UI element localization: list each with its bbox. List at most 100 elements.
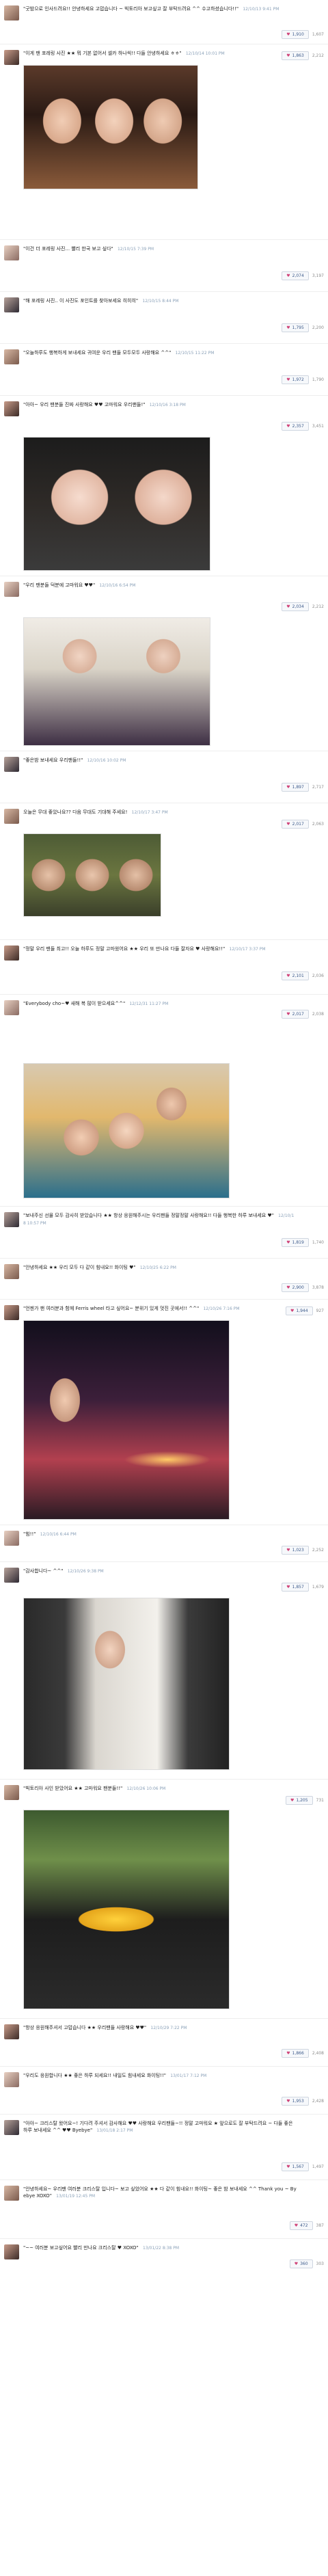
post-photo[interactable]	[23, 833, 161, 917]
post: "아아~ 우리 팬분들 진짜 사랑해요 ♥♥ 고마워요 우리팬들!" 12/10…	[0, 395, 328, 576]
avatar[interactable]	[4, 1000, 19, 1015]
avatar[interactable]	[4, 2024, 19, 2039]
like-count: 1,205	[296, 1797, 308, 1803]
like-button[interactable]: ♥ 2,017	[282, 819, 309, 829]
post-time[interactable]: 13/01/19 12:45 PM	[56, 2194, 95, 2199]
like-button[interactable]: ♥ 1,023	[282, 1545, 309, 1555]
post-time[interactable]: 12/10/29 7:22 PM	[150, 2026, 187, 2030]
like-button[interactable]: ♥ 1,863	[282, 51, 309, 60]
like-button[interactable]: ♥ 1,795	[282, 323, 309, 332]
post-time[interactable]: 12/10/16 3:18 PM	[150, 403, 186, 407]
post-time[interactable]: 13/01/18 2:17 PM	[96, 2128, 133, 2133]
avatar[interactable]	[4, 1305, 19, 1320]
like-button[interactable]: ♥ 1,567	[282, 2162, 309, 2171]
post-photo[interactable]	[23, 1320, 230, 1520]
like-button[interactable]: ♥ 1,819	[282, 1237, 309, 1247]
avatar[interactable]	[4, 945, 19, 961]
like-button[interactable]: ♥ 472	[289, 2221, 313, 2230]
post-actions: ♥ 1,857 1,679	[282, 1582, 324, 1592]
avatar[interactable]	[4, 2186, 19, 2201]
like-button[interactable]: ♥ 1,205	[285, 1795, 313, 1805]
post-time[interactable]: 12/10/15 8:44 PM	[142, 299, 178, 304]
avatar[interactable]	[4, 349, 19, 364]
post-time[interactable]: 12/10/13 9:41 PM	[243, 7, 279, 12]
avatar[interactable]	[4, 1212, 19, 1227]
avatar[interactable]	[4, 2072, 19, 2087]
avatar[interactable]	[4, 1531, 19, 1546]
avatar[interactable]	[4, 757, 19, 772]
post-time[interactable]: 12/10/26 7:16 PM	[203, 1306, 239, 1311]
post-body: "감사합니다~ ^^"	[23, 1568, 64, 1574]
avatar[interactable]	[4, 401, 19, 416]
like-button[interactable]: ♥ 2,034	[282, 602, 309, 611]
view-count: 3,197	[312, 273, 324, 278]
post: "정말 우리 팬들 최고!! 오늘 하루도 정말 고마웠어요 ★★ 우리 또 만…	[0, 939, 328, 994]
post-body: "아아~ 우리 팬분들 진짜 사랑해요 ♥♥ 고마워요 우리팬들!"	[23, 402, 146, 407]
like-button[interactable]: ♥ 1,897	[282, 782, 309, 792]
avatar[interactable]	[4, 809, 19, 824]
view-count: 1,679	[312, 1584, 324, 1589]
heart-icon: ♥	[286, 1011, 290, 1017]
post-time[interactable]: 12/10/26 9:38 PM	[68, 1569, 104, 1574]
avatar[interactable]	[4, 1785, 19, 1800]
post: "빅토리아 사인 받았어요 ★★ 고마워요 팬분들!!" 12/10/26 10…	[0, 1779, 328, 2018]
avatar[interactable]	[4, 2244, 19, 2259]
avatar[interactable]	[4, 1568, 19, 1583]
avatar[interactable]	[4, 582, 19, 597]
like-button[interactable]: ♥ 2,900	[282, 1283, 309, 1292]
post-time[interactable]: 12/10/17 3:47 PM	[132, 810, 168, 815]
post-time[interactable]: 12/10/17 3:37 PM	[230, 947, 266, 952]
avatar[interactable]	[4, 2120, 19, 2135]
post-time[interactable]: 13/01/17 7:12 PM	[170, 2074, 206, 2078]
post-photo[interactable]	[23, 65, 198, 189]
post-text: "안녕하세요~ 우리팬 여러분 크리스탈 입니다~ 보고 싶었어요 ★★ 다 같…	[23, 2186, 297, 2200]
post-body: "이게 팬 포레링 사진 ★★ 뭐 기본 없어서 셀카 하나씩!! 다들 안녕하…	[23, 51, 182, 56]
like-button[interactable]: ♥ 1,857	[282, 1582, 309, 1592]
avatar[interactable]	[4, 1264, 19, 1279]
like-button[interactable]: ♥ 1,910	[282, 29, 309, 39]
post-time[interactable]: 12/10/16 10:02 PM	[87, 758, 126, 763]
post-time[interactable]: 13/01/22 8:38 PM	[143, 2246, 179, 2251]
avatar[interactable]	[4, 245, 19, 260]
view-count: 2,200	[312, 325, 324, 330]
post-photo[interactable]	[23, 1810, 230, 2009]
post-photo[interactable]	[23, 1598, 230, 1770]
like-button[interactable]: ♥ 2,074	[282, 271, 309, 280]
like-button[interactable]: ♥ 1,953	[282, 2096, 309, 2106]
post: "안녕하세요 ★★ 우리 모두 다 같이 힘내요!! 화이팅 ♥" 12/10/…	[0, 1258, 328, 1299]
like-button[interactable]: ♥ 1,972	[282, 375, 309, 384]
post-time[interactable]: 12/10/15 7:39 PM	[118, 247, 154, 252]
heart-icon: ♥	[286, 1285, 290, 1290]
post-photo[interactable]	[23, 437, 210, 571]
post-time[interactable]: 12/10/16 6:44 PM	[40, 1532, 77, 1537]
post-body: "언젠가 팬 여러분과 함께 Ferris wheel 타고 싶어요~ 분위기 …	[23, 1306, 200, 1311]
post-time[interactable]: 12/12/31 11:27 PM	[129, 1002, 168, 1006]
post-body: "아아~ 크리스탈 왔어요~! 기다려 주셔서 감사해요 ♥♥ 사랑해요 우리팬…	[23, 2121, 293, 2133]
post-time[interactable]: 12/10/14 10:01 PM	[186, 51, 225, 56]
avatar[interactable]	[4, 50, 19, 65]
post-time[interactable]: 12/10/16 6:54 PM	[99, 583, 135, 588]
like-button[interactable]: ♥ 1,866	[282, 2048, 309, 2058]
view-count: 1,740	[312, 1239, 324, 1245]
view-count: 2,212	[312, 53, 324, 58]
post-time[interactable]: 12/10/15 11:22 PM	[176, 351, 215, 355]
post-time[interactable]: 12/10/26 10:06 PM	[126, 1786, 165, 1791]
heart-icon: ♥	[290, 1308, 295, 1313]
post-photo[interactable]	[23, 617, 210, 746]
avatar[interactable]	[4, 297, 19, 312]
like-button[interactable]: ♥ 360	[289, 2259, 313, 2268]
avatar[interactable]	[4, 5, 19, 21]
like-button[interactable]: ♥ 2,101	[282, 971, 309, 980]
like-button[interactable]: ♥ 2,017	[282, 1009, 309, 1019]
like-count: 2,017	[292, 821, 304, 827]
heart-icon: ♥	[286, 2098, 290, 2104]
post-text: "좋은밤 보내세요 우리팬들!!" 12/10/16 10:02 PM	[23, 757, 297, 764]
post-time[interactable]: 12/10/25 6:22 PM	[140, 1265, 176, 1270]
like-button[interactable]: ♥ 2,357	[282, 421, 309, 431]
like-count: 1,023	[292, 1547, 304, 1553]
post-actions: ♥ 2,034 2,212	[282, 602, 324, 611]
post-text: "우리도 응원합니다 ★★ 좋은 하루 되세요!! 내일도 힘내세요 화이팅!!…	[23, 2072, 297, 2080]
like-button[interactable]: ♥ 1,944	[285, 1306, 313, 1315]
view-count: 2,063	[312, 821, 324, 827]
post-photo[interactable]	[23, 1063, 230, 1198]
